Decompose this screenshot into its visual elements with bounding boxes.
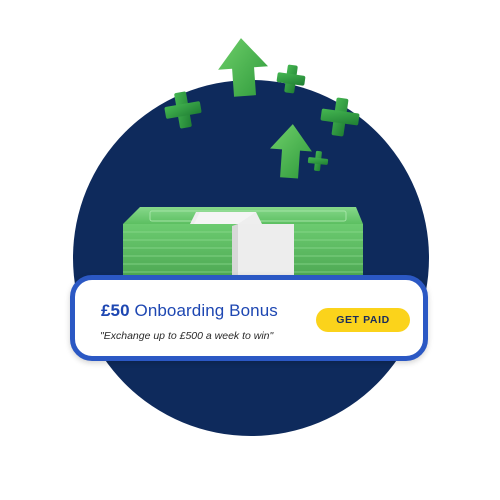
plus-icon bbox=[276, 64, 306, 94]
up-arrow-icon bbox=[270, 124, 312, 179]
bonus-title: £50 Onboarding Bonus bbox=[101, 301, 278, 321]
bonus-subtitle: "Exchange up to £500 a week to win" bbox=[100, 330, 274, 342]
promo-graphic: £50 Onboarding Bonus "Exchange up to £50… bbox=[0, 0, 500, 500]
cash-stack-illustration bbox=[123, 207, 363, 276]
bonus-title-text: Onboarding Bonus bbox=[129, 301, 278, 320]
plus-icon bbox=[164, 91, 202, 129]
plus-icon bbox=[320, 97, 360, 137]
get-paid-button[interactable]: GET PAID bbox=[316, 308, 410, 332]
bonus-card: £50 Onboarding Bonus "Exchange up to £50… bbox=[70, 275, 428, 361]
up-arrow-icon bbox=[218, 38, 269, 97]
bonus-illustration bbox=[123, 38, 363, 276]
plus-icon bbox=[307, 150, 329, 172]
bonus-amount: £50 bbox=[101, 301, 130, 320]
